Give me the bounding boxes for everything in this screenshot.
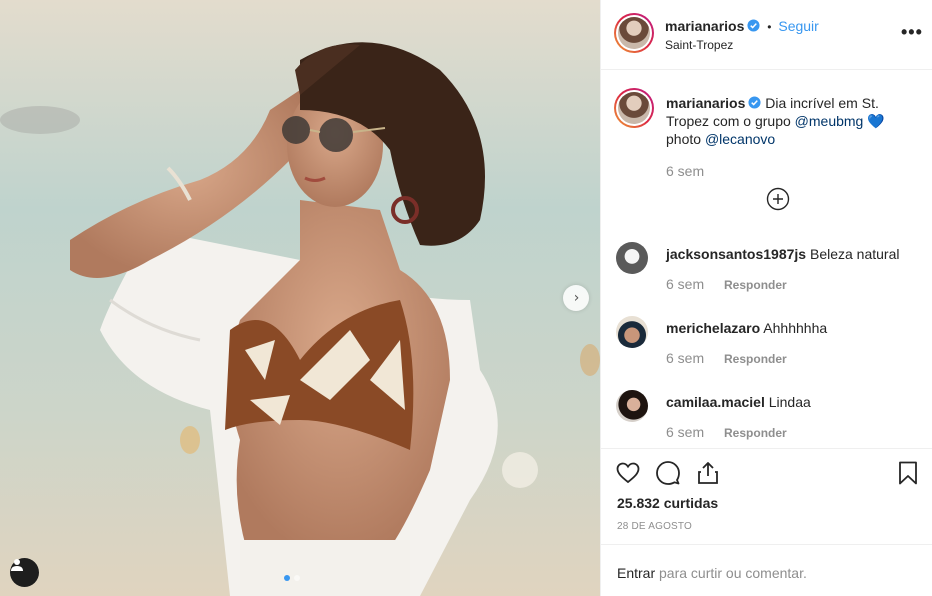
login-prompt: Entrar para curtir ou comentar. bbox=[601, 544, 932, 596]
comment-time: 6 sem bbox=[666, 424, 705, 440]
follow-button[interactable]: Seguir bbox=[778, 18, 818, 34]
photo-illustration bbox=[0, 0, 600, 596]
comment-item: camilaa.maciel Lindaa 6 sem Responder bbox=[614, 390, 924, 452]
commenter-username[interactable]: jacksonsantos1987js bbox=[666, 246, 806, 262]
comment-meta: 6 sem Responder bbox=[666, 350, 787, 366]
bookmark-icon[interactable] bbox=[895, 460, 921, 486]
comment-text-line: camilaa.maciel Lindaa bbox=[666, 394, 811, 410]
header-separator: • bbox=[767, 20, 772, 34]
caption-avatar[interactable] bbox=[614, 88, 654, 128]
commenter-avatar[interactable] bbox=[616, 242, 648, 274]
post-photo[interactable]: › bbox=[0, 0, 600, 596]
login-prompt-text: Entrar para curtir ou comentar. bbox=[617, 565, 807, 581]
author-username[interactable]: marianarios bbox=[665, 18, 744, 34]
post-side-panel: marianarios • Seguir Saint-Tropez ••• ma… bbox=[600, 0, 932, 596]
share-icon[interactable] bbox=[695, 460, 721, 486]
comment-item: jacksonsantos1987js Beleza natural 6 sem… bbox=[614, 242, 924, 304]
comment-body: Beleza natural bbox=[809, 246, 900, 262]
mention-link[interactable]: @lecanovo bbox=[705, 131, 775, 147]
comment-body: Ahhhhhha bbox=[763, 320, 828, 336]
carousel-dot bbox=[294, 575, 300, 581]
chevron-right-icon: › bbox=[573, 290, 580, 306]
heart-icon[interactable] bbox=[615, 460, 641, 486]
verified-badge-icon bbox=[747, 19, 760, 32]
like-count[interactable]: 25.832 curtidas bbox=[617, 495, 718, 511]
header-user-line: marianarios • Seguir bbox=[665, 18, 819, 34]
user-tag-button[interactable] bbox=[10, 558, 39, 587]
login-link[interactable]: Entrar bbox=[617, 565, 655, 581]
user-tag-icon bbox=[11, 559, 23, 571]
carousel-indicator bbox=[284, 575, 300, 581]
comment-text-line: merichelazaro Ahhhhhha bbox=[666, 320, 827, 336]
post-actions: 25.832 curtidas 28 DE AGOSTO bbox=[601, 448, 932, 544]
reply-button[interactable]: Responder bbox=[724, 426, 787, 440]
comment-body: Lindaa bbox=[768, 394, 811, 410]
comment-icon[interactable] bbox=[655, 460, 681, 486]
login-prompt-rest: para curtir ou comentar. bbox=[659, 565, 807, 581]
blue-heart-emoji: 💙 bbox=[867, 113, 885, 129]
caption-photo-credit: photo bbox=[666, 131, 702, 147]
instagram-post: › marianarios • Seguir Saint-Tropez ••• … bbox=[0, 0, 932, 596]
carousel-dot-active bbox=[284, 575, 290, 581]
avatar-image bbox=[618, 17, 650, 49]
caption-time: 6 sem bbox=[666, 163, 705, 179]
comment-meta: 6 sem Responder bbox=[666, 424, 787, 440]
mention-link[interactable]: @meubmg bbox=[795, 113, 864, 129]
post-header: marianarios • Seguir Saint-Tropez ••• bbox=[601, 0, 932, 70]
more-options-button[interactable]: ••• bbox=[901, 22, 923, 43]
caption-text: marianarios Dia incrível em St. Tropez c… bbox=[666, 94, 918, 148]
comment-meta: 6 sem Responder bbox=[666, 276, 787, 292]
plus-circle-icon[interactable] bbox=[766, 187, 790, 211]
avatar-image bbox=[618, 92, 650, 124]
post-date[interactable]: 28 DE AGOSTO bbox=[617, 521, 692, 532]
commenter-username[interactable]: camilaa.maciel bbox=[666, 394, 765, 410]
comment-text-line: jacksonsantos1987js Beleza natural bbox=[666, 246, 900, 262]
reply-button[interactable]: Responder bbox=[724, 278, 787, 292]
post-location[interactable]: Saint-Tropez bbox=[665, 38, 733, 52]
next-photo-button[interactable]: › bbox=[563, 285, 589, 311]
caption-username[interactable]: marianarios bbox=[666, 95, 745, 111]
comment-time: 6 sem bbox=[666, 350, 705, 366]
commenter-avatar[interactable] bbox=[616, 316, 648, 348]
comment-item: merichelazaro Ahhhhhha 6 sem Responder bbox=[614, 316, 924, 378]
commenter-username[interactable]: merichelazaro bbox=[666, 320, 760, 336]
comment-time: 6 sem bbox=[666, 276, 705, 292]
verified-badge-icon bbox=[748, 96, 761, 109]
reply-button[interactable]: Responder bbox=[724, 352, 787, 366]
commenter-avatar[interactable] bbox=[616, 390, 648, 422]
author-avatar[interactable] bbox=[614, 13, 654, 53]
